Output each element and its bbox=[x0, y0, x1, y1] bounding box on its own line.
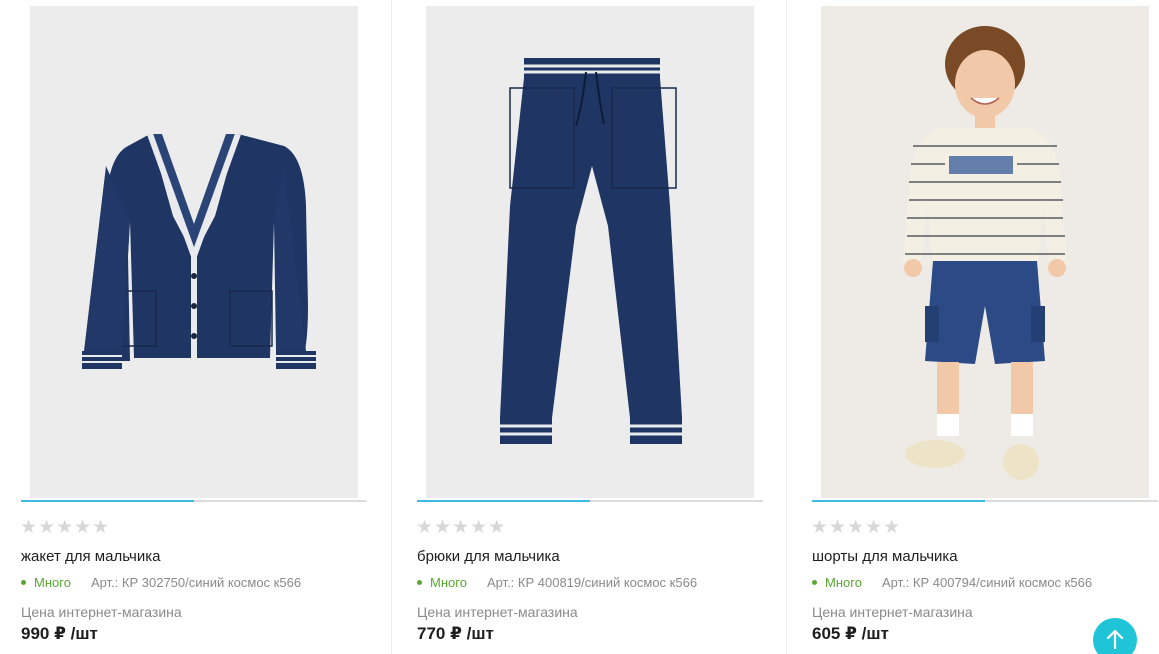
gallery-progress-fill bbox=[417, 500, 590, 502]
product-card: ★★★★★ шорты для мальчика Много Арт.: КР … bbox=[786, 0, 1159, 654]
gallery-progress-fill bbox=[812, 500, 985, 502]
stock-dot-icon bbox=[812, 580, 817, 585]
stock-status: Много bbox=[430, 575, 467, 590]
product-image-shorts[interactable] bbox=[821, 6, 1149, 498]
gallery-progress[interactable] bbox=[21, 500, 367, 502]
rating-stars[interactable]: ★★★★★ bbox=[416, 518, 506, 538]
rating-stars[interactable]: ★★★★★ bbox=[20, 518, 110, 538]
product-image-trousers[interactable] bbox=[426, 6, 754, 498]
gallery-progress-fill bbox=[21, 500, 194, 502]
stock-dot-icon bbox=[417, 580, 422, 585]
price: 605 ₽ /шт bbox=[812, 624, 889, 643]
product-meta: Много Арт.: КР 400819/синий космос к566 bbox=[417, 575, 697, 590]
gallery-progress[interactable] bbox=[417, 500, 763, 502]
trousers-image bbox=[426, 6, 754, 498]
product-title[interactable]: жакет для мальчика bbox=[21, 548, 160, 565]
arrow-up-icon bbox=[1106, 629, 1124, 649]
product-card: ★★★★★ брюки для мальчика Много Арт.: КР … bbox=[391, 0, 786, 654]
product-meta: Много Арт.: КР 302750/синий космос к566 bbox=[21, 575, 301, 590]
price-label: Цена интернет-магазина bbox=[812, 604, 973, 620]
price: 990 ₽ /шт bbox=[21, 624, 98, 643]
cardigan-image bbox=[30, 6, 358, 498]
price-label: Цена интернет-магазина bbox=[417, 604, 578, 620]
stock-status: Много bbox=[825, 575, 862, 590]
stock-dot-icon bbox=[21, 580, 26, 585]
stock-status: Много bbox=[34, 575, 71, 590]
gallery-progress[interactable] bbox=[812, 500, 1158, 502]
product-card: ★★★★★ жакет для мальчика Много Арт.: КР … bbox=[0, 0, 391, 654]
product-meta: Много Арт.: КР 400794/синий космос к566 bbox=[812, 575, 1092, 590]
article-number: Арт.: КР 302750/синий космос к566 bbox=[90, 575, 302, 590]
product-image-cardigan[interactable] bbox=[30, 6, 358, 498]
product-grid: ★★★★★ жакет для мальчика Много Арт.: КР … bbox=[0, 0, 1159, 654]
product-title[interactable]: шорты для мальчика bbox=[812, 548, 958, 565]
rating-stars[interactable]: ★★★★★ bbox=[811, 518, 901, 538]
scroll-to-top-button[interactable] bbox=[1093, 618, 1137, 654]
product-title[interactable]: брюки для мальчика bbox=[417, 548, 560, 565]
article-number: Арт.: КР 400819/синий космос к566 bbox=[486, 575, 698, 590]
price-label: Цена интернет-магазина bbox=[21, 604, 182, 620]
article-number: Арт.: КР 400794/синий космос к566 bbox=[881, 575, 1093, 590]
price: 770 ₽ /шт bbox=[417, 624, 494, 643]
boy-in-shorts-image bbox=[821, 6, 1149, 498]
